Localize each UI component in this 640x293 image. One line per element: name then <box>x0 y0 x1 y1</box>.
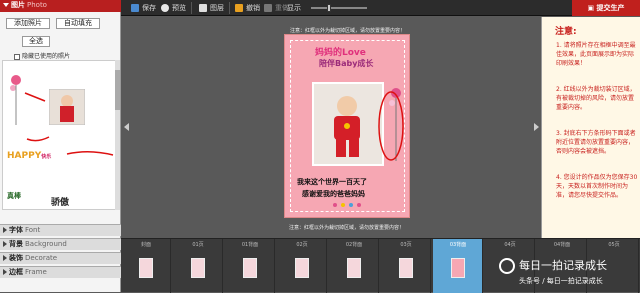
notice-title: 注意: <box>555 27 577 37</box>
page-strip: 封面 01页 01背面 02页 02背面 03页 03背面 04页 04背面 0… <box>121 238 640 293</box>
thumbnail-scrollbar[interactable] <box>115 60 120 210</box>
font-section-header[interactable]: 字体 Font <box>0 224 121 236</box>
watermark: 每日一拍记录成长 头条号 / 每日一拍记录成长 <box>481 256 640 293</box>
preview-icon <box>161 4 169 12</box>
red-annotation-marks <box>24 92 50 142</box>
album-page[interactable]: 妈妈的Love 陪伴Baby成长 我来这个世界一百天了 感谢爱我的爸爸妈妈 <box>284 34 410 218</box>
collapse-arrow-icon <box>3 269 7 275</box>
caption-line-1[interactable]: 我来这个世界一百天了 <box>297 177 367 187</box>
undo-button[interactable]: 撤销 <box>235 2 260 14</box>
auto-fill-button[interactable]: 自动填充 <box>56 18 100 29</box>
caption-line-2[interactable]: 感谢爱我的爸爸妈妈 <box>302 189 365 199</box>
redo-button[interactable]: 重做 <box>264 2 289 14</box>
safe-zone-border: 妈妈的Love 陪伴Baby成长 我来这个世界一百天了 感谢爱我的爸爸妈妈 <box>290 40 405 212</box>
scroll-right-icon[interactable] <box>534 123 539 131</box>
decorate-section-header[interactable]: 装饰 Decorate <box>0 252 121 264</box>
zoom-slider-handle[interactable] <box>326 4 331 12</box>
happy-sticker[interactable]: HAPPY快乐 <box>7 151 51 161</box>
save-button[interactable]: 保存 <box>131 2 156 14</box>
page-subtitle[interactable]: 陪伴Baby成长 <box>319 58 373 69</box>
crop-warning-bottom: 注意：红框以外为裁切掉区域，请勿放置重要内容！ <box>289 225 405 231</box>
watermark-logo-icon <box>499 258 515 274</box>
photo-thumbnail[interactable] <box>49 89 85 125</box>
submit-icon: ▣ <box>587 4 597 12</box>
page-thumbnail[interactable]: 03页 <box>381 239 431 293</box>
photo-section-header[interactable]: 图片 Photo <box>0 0 121 12</box>
select-all-button[interactable]: 全选 <box>22 36 50 47</box>
crop-warning-top: 注意：红框以外为裁切掉区域，请勿放置重要内容！ <box>290 28 406 34</box>
add-photo-button[interactable]: 添加照片 <box>6 18 50 29</box>
baby-photo <box>314 84 382 164</box>
page-preview <box>399 258 413 278</box>
red-annotation-marks <box>66 151 114 156</box>
page-preview <box>139 258 153 278</box>
text-sticker[interactable]: 骄傲 <box>51 195 69 208</box>
background-section-header[interactable]: 背景 Background <box>0 238 121 250</box>
redo-icon <box>264 4 272 12</box>
notice-item: 2. 红线以外为裁切装订区域，有被裁切掉的风险，请勿放置重要内容。 <box>556 86 636 111</box>
left-panel: 图片 Photo 添加照片 自动填充 全选 隐藏已使用的照片 HAPPY快乐 真… <box>0 0 121 292</box>
decoration-dots <box>333 203 361 207</box>
notice-item: 4. 您设计的作品仅为您保存30天，天数以首次制作时间为准，请您尽快提交作品。 <box>556 174 638 199</box>
design-canvas[interactable]: 注意：红框以外为裁切掉区域，请勿放置重要内容！ 妈妈的Love 陪伴Baby成长 <box>121 17 541 238</box>
page-thumbnail[interactable]: 01背面 <box>225 239 275 293</box>
page-preview <box>347 258 361 278</box>
layers-icon <box>199 4 207 12</box>
notice-panel: 注意: 1. 请将照片存在相框中调至最佳效果，此页面展示即为实际印刷效果！ 2.… <box>541 17 640 238</box>
expand-arrow-icon <box>3 3 9 7</box>
photo-thumbnail-list[interactable]: HAPPY快乐 真棒 骄傲 <box>2 60 119 210</box>
page-preview <box>451 258 465 278</box>
frame-section-header[interactable]: 边框 Frame <box>0 266 121 278</box>
text-sticker[interactable]: 真棒 <box>7 191 21 201</box>
layers-button[interactable]: 图层 <box>199 2 224 14</box>
collapse-arrow-icon <box>3 227 7 233</box>
toolbar-divider <box>229 2 230 14</box>
scrollbar-thumb[interactable] <box>115 70 120 110</box>
scroll-left-icon[interactable] <box>124 123 129 131</box>
page-thumbnail[interactable]: 封面 <box>121 239 171 293</box>
notice-item: 3. 封底右下方条形码下面或者附近位置请勿放置重要内容，否则内容会被遮挡。 <box>556 130 636 155</box>
save-icon <box>131 4 139 12</box>
checkbox-icon[interactable] <box>14 53 20 60</box>
page-preview <box>191 258 205 278</box>
show-label: 显示 <box>287 4 301 12</box>
zoom-slider[interactable] <box>311 4 367 12</box>
red-annotation-circle <box>378 91 404 161</box>
collapse-arrow-icon <box>3 255 7 261</box>
hide-used-checkbox[interactable]: 隐藏已使用的照片 <box>14 51 70 60</box>
notice-item: 1. 请将照片存在相框中调至最佳效果，此页面展示即为实际印刷效果！ <box>556 42 636 67</box>
undo-icon <box>235 4 243 12</box>
baby-photo-frame[interactable] <box>312 82 384 166</box>
submit-production-button[interactable]: ▣ 提交生产 <box>572 0 640 16</box>
page-thumbnail[interactable]: 01页 <box>173 239 223 293</box>
page-thumbnail[interactable]: 02背面 <box>329 239 379 293</box>
page-preview <box>295 258 309 278</box>
page-preview <box>243 258 257 278</box>
collapse-arrow-icon <box>3 241 7 247</box>
preview-button[interactable]: 预览 <box>161 2 186 14</box>
page-thumbnail-selected[interactable]: 03背面 <box>433 239 483 293</box>
page-thumbnail[interactable]: 02页 <box>277 239 327 293</box>
page-title[interactable]: 妈妈的Love <box>315 45 366 58</box>
top-toolbar: 保存 预览 图层 撤销 重做 显示 ▣ 提交生产 <box>121 0 640 16</box>
toolbar-divider <box>191 2 192 14</box>
